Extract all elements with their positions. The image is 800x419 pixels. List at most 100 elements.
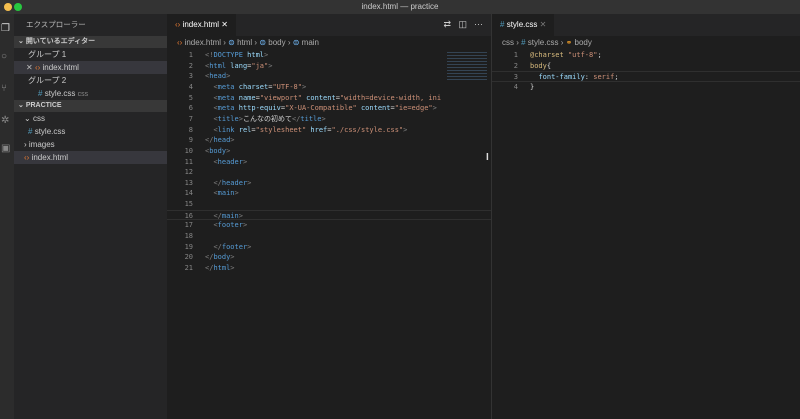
code-line[interactable]: 9 </head> <box>167 135 491 146</box>
more-actions-icon[interactable]: ··· <box>474 19 483 29</box>
code-token: "stylesheet" <box>255 125 311 134</box>
explorer-icon[interactable]: ❐ <box>1 24 11 34</box>
editor-group-1: ‹› index.html ✕ ⇄ ◫ ··· ‹› index.html › … <box>167 14 492 419</box>
line-number: 18 <box>184 232 193 241</box>
close-icon[interactable]: ✕ <box>221 20 228 29</box>
code-token: lang <box>230 61 248 70</box>
code-token: "ie=edge" <box>394 104 433 113</box>
line-number: 2 <box>513 61 518 70</box>
breadcrumb-item[interactable]: body <box>268 38 285 47</box>
code-line[interactable]: 2 body{ <box>492 61 800 72</box>
code-line[interactable]: 14 <main> <box>167 188 491 199</box>
project-header[interactable]: ⌄ PRACTICE <box>14 100 167 112</box>
open-changes-icon[interactable]: ⇄ <box>443 19 451 30</box>
code-line[interactable]: 7 <title>こんなの初めて</title> <box>167 114 491 125</box>
code-token: html <box>247 51 265 59</box>
line-number: 8 <box>188 125 193 134</box>
code-token: > <box>230 253 235 262</box>
code-line[interactable]: 2 <html lang="ja"> <box>167 61 491 72</box>
code-token: "./css/style.css" <box>331 125 404 134</box>
window-title: index.html — practice <box>361 2 439 11</box>
open-editor-index-html[interactable]: ✕ ‹› index.html <box>14 61 167 74</box>
breadcrumb-item[interactable]: index.html <box>185 38 221 47</box>
code-line[interactable]: 3 <head> <box>167 71 491 82</box>
code-line[interactable]: 16 </main> <box>167 209 491 221</box>
code-token: : <box>584 73 594 82</box>
minimap[interactable] <box>447 50 487 80</box>
code-line[interactable]: 12 <box>167 167 491 178</box>
line-number: 14 <box>184 189 193 198</box>
maximize-button[interactable] <box>14 3 22 11</box>
group-2-label: グループ 2 <box>28 76 67 85</box>
code-line[interactable]: 21 </html> <box>167 263 491 274</box>
code-token: DOCTYPE <box>213 51 248 59</box>
extensions-icon[interactable]: ▣ <box>1 144 11 154</box>
code-line[interactable]: 10 <body> <box>167 146 491 157</box>
code-token: こんなの初めて <box>242 114 292 123</box>
code-token: > <box>403 125 408 134</box>
css-file-icon: # <box>521 38 526 47</box>
file-label: style.css <box>34 127 66 136</box>
code-token: </ <box>213 211 222 220</box>
css-file-icon: # <box>500 20 505 29</box>
code-line[interactable]: 8 <link rel="stylesheet" href="./css/sty… <box>167 125 491 136</box>
code-line[interactable]: 15 <box>167 199 491 210</box>
breadcrumb-item[interactable]: html <box>237 38 252 47</box>
code-line[interactable]: 20 </body> <box>167 252 491 263</box>
folder-images[interactable]: › images <box>14 138 167 151</box>
tab-label: index.html <box>182 20 220 29</box>
code-token: rel <box>238 125 252 134</box>
code-line[interactable]: 6 <meta http-equiv="X-UA-Compatible" con… <box>167 103 491 114</box>
source-control-icon[interactable]: ⑂ <box>1 84 11 94</box>
line-number: 6 <box>188 104 193 113</box>
code-token: charset <box>238 82 269 91</box>
minimize-button[interactable] <box>4 3 12 11</box>
code-line[interactable]: 4} <box>492 82 800 93</box>
code-line[interactable]: 17 <footer> <box>167 220 491 231</box>
debug-icon[interactable]: ✲ <box>1 116 11 126</box>
activity-bar: ❐ ○ ⑂ ✲ ▣ <box>0 14 14 419</box>
code-token: body <box>209 146 227 155</box>
code-line[interactable]: 18 <box>167 231 491 242</box>
code-token: "UTF-8" <box>272 82 302 91</box>
code-token: > <box>247 242 252 251</box>
code-line[interactable]: 13 </header> <box>167 178 491 189</box>
tab-index-html[interactable]: ‹› index.html ✕ <box>167 14 236 36</box>
line-number: 2 <box>188 61 193 70</box>
split-editor-icon[interactable]: ◫ <box>458 19 467 30</box>
code-line[interactable]: 11 <header> <box>167 157 491 168</box>
folder-css[interactable]: ⌄ css <box>14 112 167 125</box>
search-icon[interactable]: ○ <box>1 52 11 62</box>
code-line[interactable]: 19 </footer> <box>167 242 491 253</box>
code-token: href <box>310 125 328 134</box>
code-line[interactable]: 5 <meta name="viewport" content="width=d… <box>167 93 491 104</box>
code-token: > <box>264 51 269 59</box>
file-index-html[interactable]: ‹› index.html <box>14 151 167 164</box>
code-token: head <box>213 136 231 145</box>
code-token: meta <box>217 82 239 91</box>
breadcrumb-item[interactable]: body <box>575 38 592 47</box>
code-line[interactable]: 4 <meta charset="UTF-8"> <box>167 82 491 93</box>
close-icon[interactable]: ✕ <box>26 63 33 72</box>
open-editors-header[interactable]: ⌄ 開いているエディター <box>14 36 167 48</box>
code-token: ; <box>597 51 602 59</box>
code-token: body <box>530 61 547 70</box>
code-token: main <box>217 189 235 198</box>
file-style-css[interactable]: # style.css <box>14 125 167 138</box>
code-line[interactable]: 1 @charset "utf-8"; <box>492 50 800 61</box>
code-token: "X-UA-Compatible" <box>285 104 361 113</box>
open-editor-style-css[interactable]: # style.css css <box>14 87 167 100</box>
code-token: main <box>221 211 239 220</box>
breadcrumb-item[interactable]: style.css <box>528 38 559 47</box>
breadcrumb-item[interactable]: main <box>302 38 319 47</box>
code-token: </ <box>213 178 222 187</box>
code-token: "ja" <box>251 61 269 70</box>
code-line[interactable]: 3 font-family: serif; <box>492 71 800 82</box>
code-token: link <box>217 125 239 134</box>
open-editors-label: 開いているエディター <box>25 38 96 45</box>
close-icon[interactable]: ✕ <box>540 20 547 29</box>
code-line[interactable]: 1 <!DOCTYPE html> <box>167 50 491 61</box>
tab-style-css[interactable]: # style.css ✕ <box>492 14 555 36</box>
code-token: > <box>230 264 235 272</box>
breadcrumb-item[interactable]: css <box>502 38 514 47</box>
